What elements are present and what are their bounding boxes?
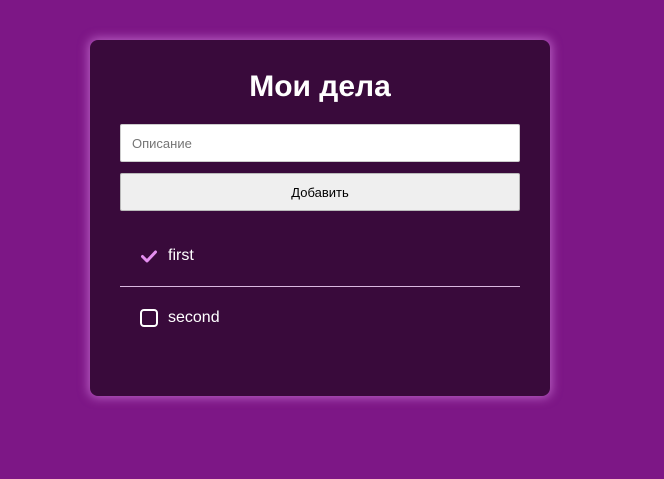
add-button[interactable]: Добавить <box>120 173 520 211</box>
todo-label: first <box>168 247 194 264</box>
todo-item-first[interactable]: first <box>120 226 520 287</box>
checkbox-icon[interactable] <box>140 308 158 327</box>
todo-card: Мои дела Добавить first second <box>90 40 550 396</box>
page-title: Мои дела <box>249 70 391 103</box>
todo-list: first second <box>120 226 520 348</box>
todo-label: second <box>168 308 220 326</box>
checkmark-icon[interactable] <box>140 247 158 265</box>
description-input[interactable] <box>120 124 520 162</box>
todo-item-second[interactable]: second <box>120 287 520 348</box>
